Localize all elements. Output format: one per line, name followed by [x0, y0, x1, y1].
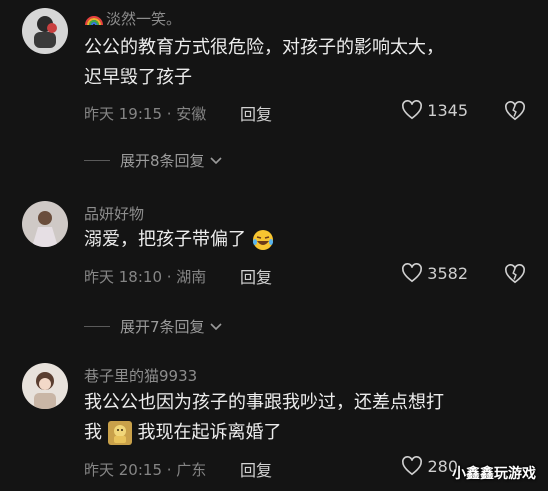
username[interactable]: 淡然一笑。	[84, 8, 181, 29]
heart-icon	[402, 100, 423, 120]
username[interactable]: 巷子里的猫9933	[84, 365, 197, 386]
sticker-emoji-icon	[107, 421, 132, 445]
timestamp-location: 昨天 20:15 · 广东	[84, 461, 207, 479]
timestamp-location: 昨天 19:15 · 安徽	[84, 105, 207, 123]
comment-text: 我公公也因为孩子的事跟我吵过，还差点想打 我 我现在起诉离婚了	[84, 392, 444, 445]
reply-button[interactable]: 回复	[240, 101, 272, 125]
expand-replies[interactable]: 展开7条回复	[84, 316, 223, 337]
watermark: 小鑫鑫玩游戏	[452, 466, 536, 482]
heart-icon	[402, 263, 423, 283]
like-button[interactable]: 1345	[401, 100, 468, 120]
dislike-button[interactable]	[504, 101, 526, 123]
laughing-emoji-icon	[252, 230, 273, 250]
like-count: 1345	[427, 100, 468, 120]
broken-heart-icon	[505, 264, 525, 284]
username[interactable]: 品妍好物	[84, 203, 144, 224]
like-button[interactable]: 3582	[401, 263, 468, 283]
chevron-down-icon	[209, 322, 222, 330]
expand-replies[interactable]: 展开8条回复	[84, 150, 223, 171]
avatar[interactable]	[22, 201, 68, 247]
comment-text: 公公的教育方式很危险，对孩子的影响太大， 迟早毁了孩子	[84, 37, 444, 88]
divider	[84, 160, 110, 161]
comment-text: 溺爱，把孩子带偏了	[84, 225, 524, 255]
avatar[interactable]	[22, 363, 68, 409]
reply-button[interactable]: 回复	[240, 457, 272, 481]
heart-icon	[402, 456, 423, 476]
dislike-button[interactable]	[504, 264, 526, 286]
rainbow-icon	[85, 15, 103, 25]
divider	[84, 326, 110, 327]
like-count: 3582	[427, 263, 468, 283]
like-button[interactable]: 280	[401, 456, 458, 476]
chevron-down-icon	[209, 156, 222, 164]
reply-button[interactable]: 回复	[240, 264, 272, 288]
timestamp-location: 昨天 18:10 · 湖南	[84, 268, 207, 286]
avatar[interactable]	[22, 8, 68, 54]
broken-heart-icon	[505, 101, 525, 121]
